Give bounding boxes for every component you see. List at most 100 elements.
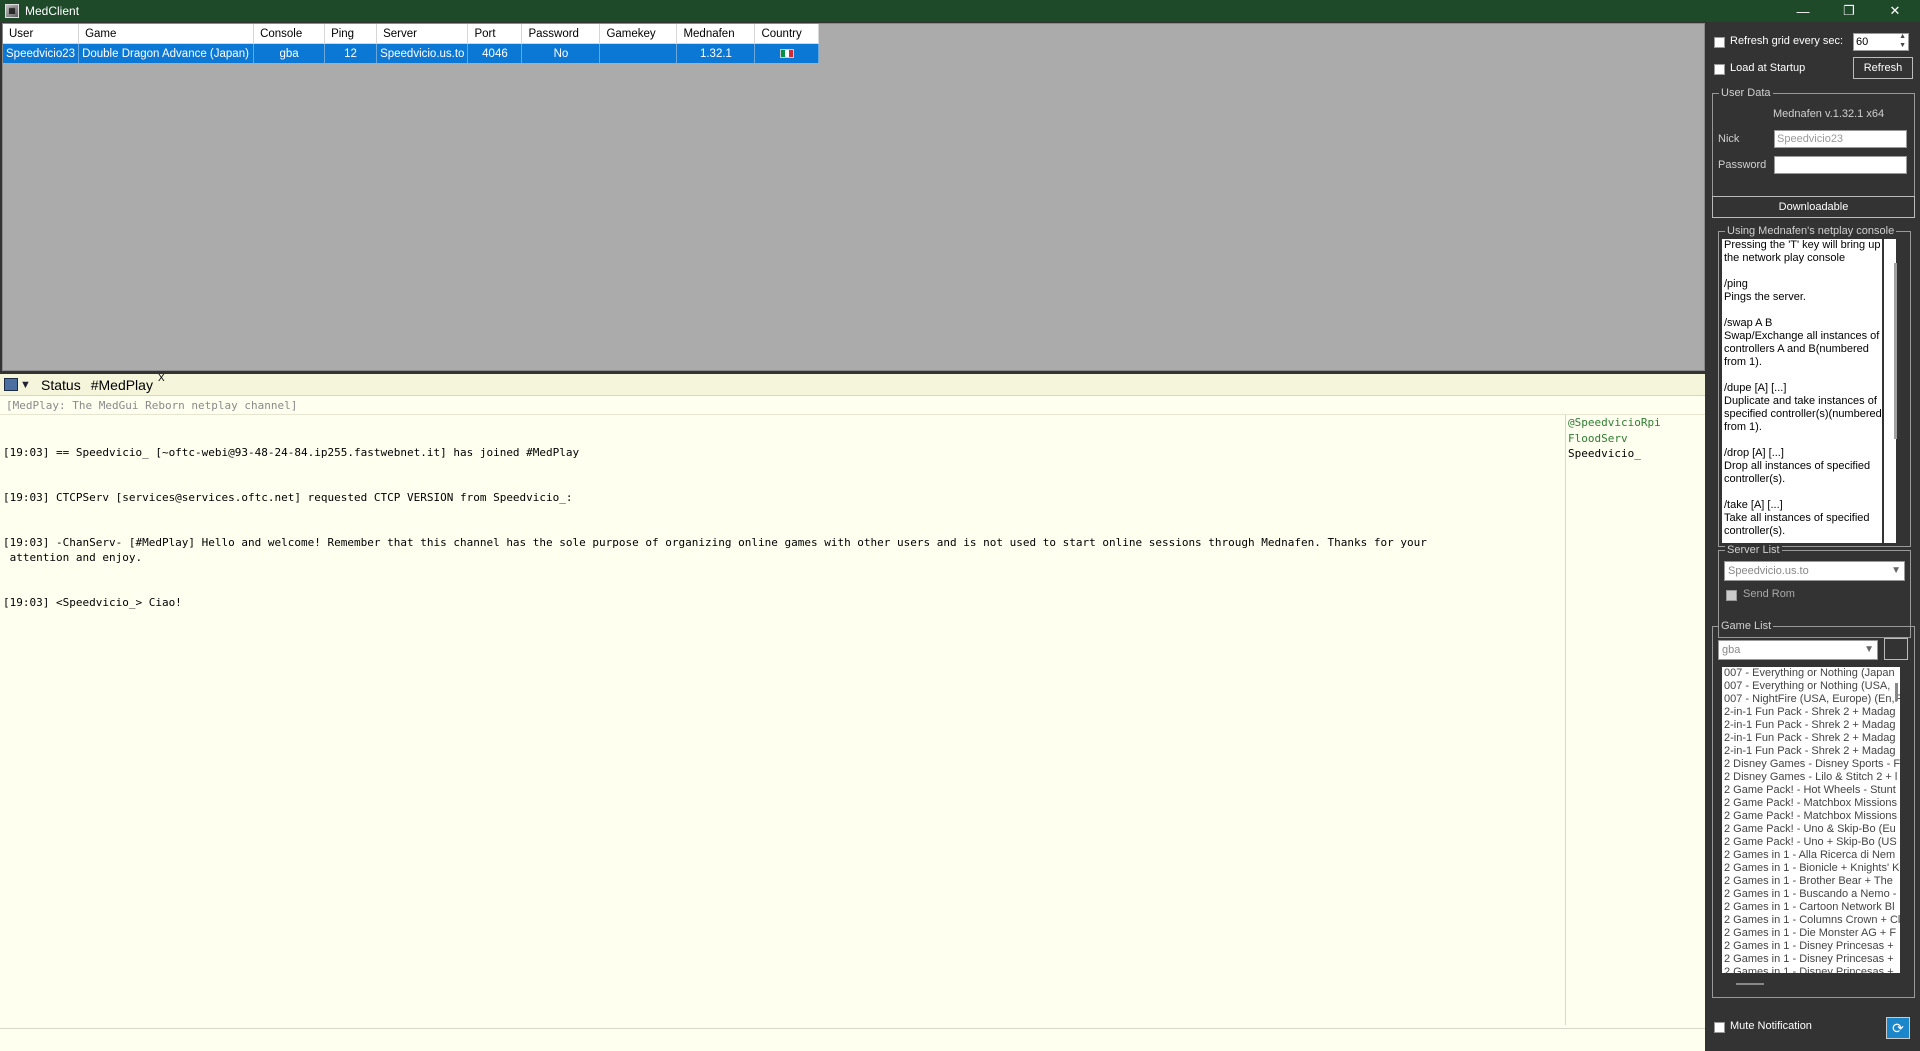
minimize-icon[interactable]: — [1780, 0, 1826, 22]
game-list-item[interactable]: 2 Games in 1 - Die Monster AG + F [1724, 927, 1900, 940]
settings-panel: Refresh grid every sec: 60 ▲ ▼ Load at St… [1706, 23, 1920, 1051]
send-rom-checkbox[interactable] [1726, 590, 1737, 601]
col-user[interactable]: User [3, 24, 80, 44]
app-icon: ▦ [5, 4, 19, 18]
stepper-arrows-icon[interactable]: ▲ ▼ [1899, 32, 1906, 50]
cell-ping[interactable]: 12 [324, 43, 378, 63]
italy-flag-icon [779, 48, 794, 58]
game-list[interactable]: 007 - Everything or Nothing (Japan 007 - … [1722, 667, 1900, 973]
chat-tab-bar: ▼ Status #MedPlay X [0, 373, 1705, 396]
refresh-icon[interactable]: ⟳ [1886, 1017, 1910, 1039]
help-paragraph: /ping Pings the server. [1724, 278, 1806, 303]
game-list-item[interactable]: 2-in-1 Fun Pack - Shrek 2 + Madag [1724, 719, 1900, 732]
help-scrollbar-thumb[interactable] [1894, 263, 1897, 439]
col-console[interactable]: Console [253, 24, 326, 44]
maximize-icon[interactable]: ❐ [1826, 0, 1872, 22]
game-list-item[interactable]: 2 Game Pack! - Matchbox Missions [1724, 810, 1900, 823]
col-country[interactable]: Country [754, 24, 820, 44]
col-server[interactable]: Server [376, 24, 469, 44]
nick-field[interactable]: Speedvicio23 [1774, 130, 1907, 148]
chat-message: [19:03] CTCPServ [services@services.oftc… [3, 491, 573, 504]
send-rom-label: Send Rom [1743, 588, 1795, 600]
mednafen-version: Mednafen v.1.32.1 x64 [1773, 108, 1885, 120]
downloadable-button[interactable]: Downloadable [1712, 196, 1915, 218]
cell-gamekey[interactable] [599, 43, 678, 63]
chevron-down-icon: ▼ [1891, 565, 1901, 576]
game-list-item[interactable]: 2 Game Pack! - Hot Wheels - Stunt [1724, 784, 1900, 797]
nick-list[interactable]: @SpeedvicioRpi FloodServ Speedvicio_ [1565, 415, 1705, 1025]
col-port[interactable]: Port [467, 24, 523, 44]
table-row[interactable]: Speedvicio23 Double Dragon Advance (Japa… [3, 43, 820, 63]
game-list-item[interactable]: 2 Games in 1 - Brother Bear + The [1724, 875, 1900, 888]
game-list-item[interactable]: 007 - Everything or Nothing (USA, [1724, 680, 1900, 693]
chat-message: [19:03] -ChanServ- [#MedPlay] Hello and … [3, 536, 1427, 564]
game-list-item[interactable]: 2-in-1 Fun Pack - Shrek 2 + Madag [1724, 732, 1900, 745]
game-list-item[interactable]: 2 Games in 1 - Disney Princesas + [1724, 940, 1900, 953]
nick-item[interactable]: Speedvicio_ [1568, 446, 1705, 462]
game-list-item[interactable]: 2 Disney Games - Lilo & Stitch 2 + l [1724, 771, 1900, 784]
refresh-grid-checkbox[interactable] [1714, 37, 1725, 48]
col-ping[interactable]: Ping [324, 24, 378, 44]
game-list-item[interactable]: 007 - NightFire (USA, Europe) (En,F [1724, 693, 1900, 706]
col-password[interactable]: Password [521, 24, 601, 44]
sessions-grid[interactable]: User Game Console Ping Server Port Passw… [2, 23, 1705, 371]
mute-notification-label: Mute Notification [1730, 1020, 1812, 1032]
col-gamekey[interactable]: Gamekey [599, 24, 678, 44]
game-list-item[interactable]: 2 Game Pack! - Matchbox Missions [1724, 797, 1900, 810]
title-bar: ▦ MedClient — ❐ ✕ [0, 0, 1920, 22]
game-list-item[interactable]: 2 Games in 1 - Bionicle + Knights' K [1724, 862, 1900, 875]
game-list-item[interactable]: 2-in-1 Fun Pack - Shrek 2 + Madag [1724, 706, 1900, 719]
console-select-value: gba [1722, 644, 1741, 656]
refresh-grid-label: Refresh grid every sec: [1730, 35, 1844, 47]
mute-notification-checkbox[interactable] [1714, 1022, 1725, 1033]
netplay-help-text[interactable]: Pressing the 'T' key will bring up the n… [1722, 239, 1882, 543]
server-select[interactable]: Speedvicio.us.to ▼ [1724, 561, 1905, 581]
load-at-startup-checkbox[interactable] [1714, 64, 1725, 75]
game-list-item[interactable]: 2 Games in 1 - Disney Princesas + [1724, 953, 1900, 966]
cell-mednafen[interactable]: 1.32.1 [676, 43, 756, 63]
col-game[interactable]: Game [78, 24, 255, 44]
cell-user[interactable]: Speedvicio23 [3, 43, 80, 63]
help-paragraph: /drop [A] [...] Drop all instances of sp… [1724, 447, 1871, 485]
game-list-item[interactable]: 007 - Everything or Nothing (Japan [1724, 667, 1900, 680]
game-list-item[interactable]: 2 Disney Games - Disney Sports - F [1724, 758, 1900, 771]
netplay-console-legend: Using Mednafen's netplay console [1725, 225, 1897, 237]
help-paragraph: /take [A] [...] Take all instances of sp… [1724, 499, 1870, 537]
nick-label: Nick [1718, 133, 1740, 145]
game-list-item[interactable]: 2 Game Pack! - Uno + Skip-Bo (US [1724, 836, 1900, 849]
tab-medplay[interactable]: #MedPlay [88, 377, 156, 393]
refresh-button[interactable]: Refresh [1853, 57, 1913, 79]
console-select[interactable]: gba ▼ [1718, 640, 1878, 660]
cell-port[interactable]: 4046 [467, 43, 523, 63]
load-at-startup-label: Load at Startup [1730, 62, 1806, 74]
game-list-item[interactable]: 2 Game Pack! - Uno & Skip-Bo (Eu [1724, 823, 1900, 836]
nick-item[interactable]: FloodServ [1568, 431, 1705, 447]
password-field[interactable] [1774, 156, 1907, 174]
cell-console[interactable]: gba [253, 43, 326, 63]
chat-menu-button[interactable]: ▼ [4, 376, 34, 394]
game-list-item[interactable]: 2 Games in 1 - Cartoon Network Bl [1724, 901, 1900, 914]
tab-status[interactable]: Status [38, 377, 84, 393]
col-mednafen[interactable]: Mednafen [676, 24, 756, 44]
refresh-interval-value: 60 [1856, 36, 1869, 48]
game-list-item[interactable]: 2 Games in 1 - Alla Ricerca di Nem [1724, 849, 1900, 862]
nick-item[interactable]: @SpeedvicioRpi [1568, 415, 1705, 431]
tab-close-icon[interactable]: X [158, 373, 165, 384]
cell-server[interactable]: Speedvicio.us.to [376, 43, 469, 63]
cell-game[interactable]: Double Dragon Advance (Japan) [78, 43, 255, 63]
game-list-item[interactable]: 2 Games in 1 - Disney Princesas + [1724, 966, 1900, 973]
message-log[interactable]: [19:03] == Speedvicio_ [~oftc-webi@93-48… [3, 415, 1563, 1025]
cell-country[interactable] [754, 43, 820, 63]
game-list-action-button[interactable] [1884, 638, 1908, 660]
close-icon[interactable]: ✕ [1872, 0, 1918, 22]
game-list-item[interactable]: 2 Games in 1 - Buscando a Nemo - [1724, 888, 1900, 901]
game-list-item[interactable]: 2-in-1 Fun Pack - Shrek 2 + Madag [1724, 745, 1900, 758]
irc-chat-panel: ▼ Status #MedPlay X [MedPlay: The MedGui… [0, 373, 1705, 1051]
game-list-scrollbar-thumb[interactable] [1895, 683, 1898, 701]
game-list-hscrollbar-thumb[interactable] [1736, 983, 1764, 985]
game-list-item[interactable]: 2 Games in 1 - Columns Crown + Cl [1724, 914, 1900, 927]
cell-password[interactable]: No [521, 43, 601, 63]
help-paragraph: /swap A B Swap/Exchange all instances of… [1724, 317, 1880, 368]
chat-input[interactable] [0, 1028, 1705, 1051]
refresh-interval-stepper[interactable]: 60 ▲ ▼ [1853, 33, 1909, 51]
